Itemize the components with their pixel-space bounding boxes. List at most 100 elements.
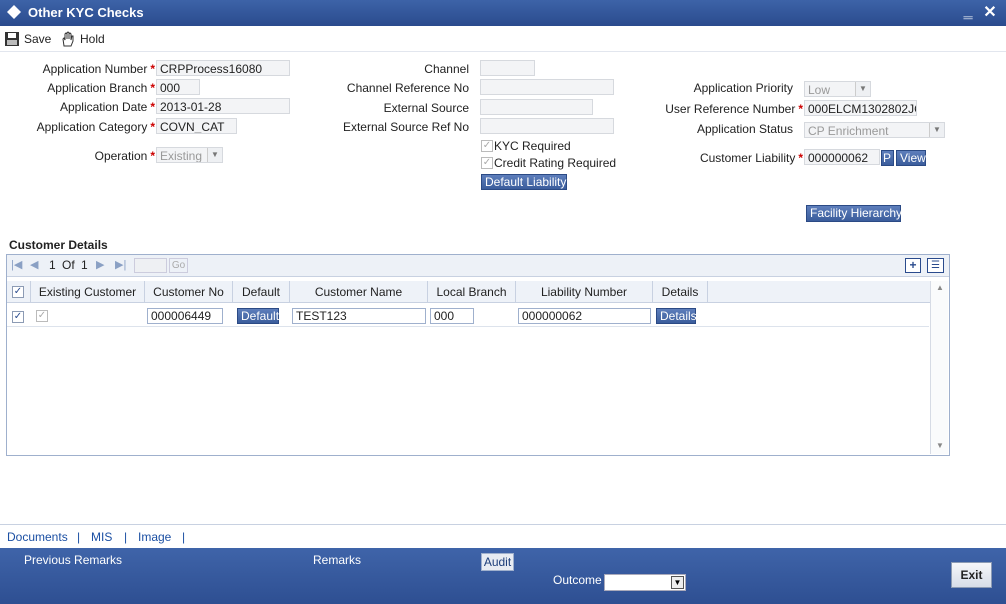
customer-liability-label: Customer Liability * (699, 151, 803, 165)
column-details: Details (653, 281, 708, 303)
add-row-icon[interactable]: + (905, 258, 921, 273)
row-select-checkbox[interactable]: ✓ (12, 311, 24, 323)
outcome-select[interactable]: ▼ (604, 574, 686, 591)
external-source-label: External Source (383, 101, 469, 115)
separator: | (182, 530, 186, 544)
liability-view-button[interactable]: View (896, 150, 926, 166)
existing-customer-checkbox[interactable]: ✓ (36, 310, 48, 322)
title-bar: Other KYC Checks ‗ ✕ (0, 0, 1006, 26)
pager: |◀ ◀ 1 Of 1 ▶ ▶| Go + ☰ (7, 255, 949, 277)
customer-name-field[interactable]: TEST123 (292, 308, 426, 324)
chevron-down-icon: ▼ (929, 123, 944, 137)
next-page-icon[interactable]: ▶ (96, 258, 104, 271)
chevron-down-icon: ▼ (671, 576, 684, 589)
total-pages: 1 (81, 258, 88, 272)
chevron-down-icon: ▼ (855, 82, 870, 96)
list-view-icon[interactable]: ☰ (927, 258, 944, 273)
channel-reference-field[interactable] (480, 79, 614, 95)
customer-no-field[interactable]: 000006449 (147, 308, 223, 324)
toolbar: Save Hold (0, 26, 1006, 52)
save-icon (5, 32, 19, 46)
mis-link[interactable]: MIS (91, 530, 112, 544)
default-button[interactable]: Default (237, 308, 279, 324)
customer-details-heading: Customer Details (9, 238, 108, 252)
kyc-required-checkbox[interactable]: ✓ (481, 140, 493, 152)
column-customer-name: Customer Name (290, 281, 428, 303)
vertical-scrollbar[interactable]: ▲ ▼ (930, 281, 948, 454)
chevron-down-icon: ▼ (207, 148, 222, 162)
channel-label: Channel (424, 62, 469, 76)
separator: | (77, 530, 81, 544)
scroll-down-icon[interactable]: ▼ (936, 441, 944, 450)
application-priority-value: Low (808, 83, 831, 97)
remarks-label: Remarks (313, 553, 362, 567)
column-local-branch: Local Branch (428, 281, 516, 303)
header-filler (708, 281, 930, 303)
minimize-icon[interactable]: ‗ (960, 2, 976, 22)
window-title: Other KYC Checks (28, 5, 144, 20)
link-bar: Documents | MIS | Image | (0, 524, 1006, 548)
page-number-input[interactable] (134, 258, 167, 273)
external-source-field[interactable] (480, 99, 593, 115)
exit-button[interactable]: Exit (951, 562, 992, 588)
current-page: 1 (49, 258, 56, 272)
operation-value: Existing (160, 149, 203, 163)
application-date-label: Application Date * (59, 100, 155, 114)
app-logo-icon (7, 5, 21, 19)
column-default: Default (233, 281, 290, 303)
application-status-value: CP Enrichment (808, 124, 889, 138)
outcome-label: Outcome (553, 573, 602, 587)
kyc-required-label: KYC Required (494, 139, 571, 153)
details-button[interactable]: Details (656, 308, 697, 324)
application-number-label: Application Number * (42, 62, 155, 76)
save-button[interactable]: Save (4, 31, 51, 47)
footer-panel: Previous Remarks Remarks Audit Outcome ▼… (0, 548, 1006, 604)
application-status-select[interactable]: CP Enrichment ▼ (804, 122, 945, 138)
documents-link[interactable]: Documents (7, 530, 68, 544)
hand-icon (62, 31, 74, 47)
column-existing-customer: Existing Customer (31, 281, 145, 303)
external-source-ref-label: External Source Ref No (342, 120, 469, 134)
liability-number-field[interactable]: 000000062 (518, 308, 651, 324)
last-page-icon[interactable]: ▶| (115, 258, 126, 271)
application-date-field[interactable]: 2013-01-28 (156, 98, 290, 114)
previous-remarks-label: Previous Remarks (24, 553, 123, 567)
liability-p-button[interactable]: P (881, 150, 894, 166)
channel-reference-label: Channel Reference No (346, 81, 469, 95)
default-liability-button[interactable]: Default Liability (481, 174, 567, 190)
application-number-field[interactable]: CRPProcess16080 (156, 60, 290, 76)
operation-select[interactable]: Existing ▼ (156, 147, 223, 163)
separator: | (124, 530, 128, 544)
operation-label: Operation * (94, 149, 155, 163)
close-icon[interactable]: ✕ (981, 2, 999, 22)
customer-liability-field[interactable]: 000000062 (804, 149, 880, 165)
save-label: Save (24, 32, 52, 46)
application-branch-field[interactable]: 000 (156, 79, 200, 95)
facility-hierarchy-button[interactable]: Facility Hierarchy (806, 205, 902, 222)
go-button[interactable]: Go (169, 258, 188, 273)
user-reference-label: User Reference Number * (665, 102, 803, 116)
application-category-field[interactable]: COVN_CAT (156, 118, 237, 134)
scroll-up-icon[interactable]: ▲ (936, 283, 944, 292)
user-reference-field[interactable]: 000ELCM1302802JG (804, 100, 917, 116)
external-source-ref-field[interactable] (480, 118, 614, 134)
select-all-checkbox[interactable]: ✓ (12, 286, 24, 298)
application-category-label: Application Category * (36, 120, 155, 134)
credit-rating-label: Credit Rating Required (494, 156, 617, 170)
of-label: Of (62, 258, 75, 272)
application-priority-select[interactable]: Low ▼ (804, 81, 871, 97)
column-liability-number: Liability Number (516, 281, 653, 303)
application-priority-label: Application Priority (693, 81, 793, 95)
first-page-icon[interactable]: |◀ (11, 258, 22, 271)
audit-button[interactable]: Audit (481, 553, 514, 571)
image-link[interactable]: Image (138, 530, 171, 544)
channel-field[interactable] (480, 60, 535, 76)
credit-rating-checkbox[interactable]: ✓ (481, 157, 493, 169)
previous-page-icon[interactable]: ◀ (30, 258, 38, 271)
column-customer-no: Customer No (145, 281, 233, 303)
application-branch-label: Application Branch * (47, 81, 155, 95)
hold-label: Hold (80, 32, 105, 46)
hold-button[interactable]: Hold (60, 31, 105, 47)
local-branch-field[interactable]: 000 (430, 308, 474, 324)
select-all-header: ✓ (7, 281, 31, 303)
